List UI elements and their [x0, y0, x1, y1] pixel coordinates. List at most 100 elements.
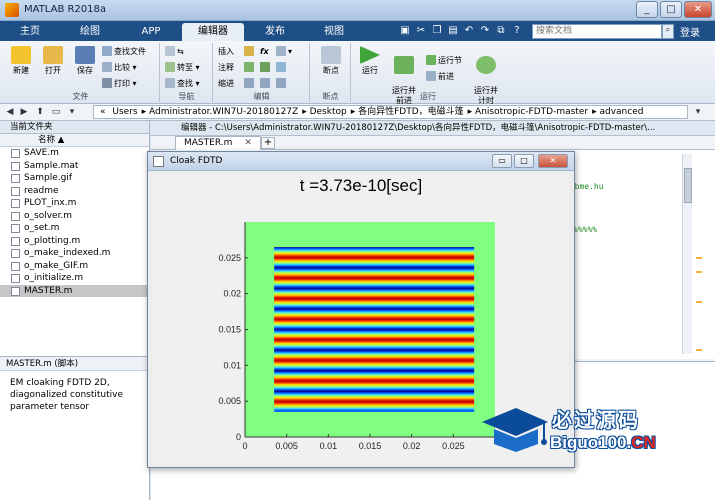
save-quick-icon[interactable]: ▣	[398, 24, 412, 38]
y-tick-label: 0.01	[223, 360, 241, 370]
tab-plots[interactable]: 绘图	[60, 23, 120, 41]
file-item[interactable]: o_make_indexed.m	[0, 247, 149, 260]
tab-home[interactable]: 主页	[4, 23, 56, 41]
new-tab-button[interactable]: +	[261, 137, 275, 149]
file-item[interactable]: o_solver.m	[0, 210, 149, 223]
path-segment[interactable]: Anisotropic-FDTD-master	[475, 107, 588, 117]
code-analyzer-mark[interactable]	[696, 301, 702, 303]
figure-close-button[interactable]: ✕	[538, 154, 568, 168]
decrease-indent-icon[interactable]	[276, 78, 288, 90]
tab-master-m[interactable]: MASTER.m ✕	[175, 136, 261, 150]
x-tick-label: 0	[242, 441, 247, 451]
file-item[interactable]: Sample.gif	[0, 172, 149, 185]
figure-minimize-button[interactable]: ▭	[492, 154, 512, 168]
close-tab-icon[interactable]: ✕	[244, 138, 252, 148]
increase-indent-icon[interactable]	[260, 78, 272, 90]
search-input[interactable]: 搜索文档	[532, 24, 662, 39]
switch-windows-icon[interactable]: ⧉	[494, 24, 508, 38]
file-item[interactable]: o_initialize.m	[0, 272, 149, 285]
edit-group: 插入 注释 缩进 fx ▾ 编辑	[214, 43, 310, 102]
editor-scrollbar[interactable]	[682, 154, 692, 354]
function-icon[interactable]: fx	[260, 46, 269, 58]
watermark-title: 必过源码	[552, 408, 640, 432]
figure-maximize-button[interactable]: □	[514, 154, 534, 168]
name-column-header[interactable]: 名称 ▲	[0, 134, 149, 147]
compare-button[interactable]: 比较 ▾	[102, 62, 137, 74]
file-item[interactable]: Sample.mat	[0, 160, 149, 173]
insert-menu-icon[interactable]: ▾	[276, 46, 292, 58]
bookmarks-button[interactable]: ⇆	[165, 46, 184, 58]
insert-section-icon[interactable]	[244, 46, 256, 58]
forward-icon[interactable]: ▶	[18, 106, 30, 118]
editor-path-header: 编辑器 - C:\Users\Administrator.WIN7U-20180…	[151, 121, 715, 136]
smart-indent-icon[interactable]	[244, 78, 256, 90]
goto-button[interactable]: 转至 ▾	[165, 62, 200, 74]
open-button[interactable]: 打开	[38, 46, 68, 76]
y-tick-label: 0.02	[223, 289, 241, 299]
find-files-icon	[102, 46, 112, 56]
breakpoints-button[interactable]: 断点	[316, 46, 346, 76]
advance-button[interactable]: 前进	[426, 71, 454, 83]
redo-quick-icon[interactable]: ↷	[478, 24, 492, 38]
file-item-selected[interactable]: MASTER.m	[0, 284, 149, 297]
file-item[interactable]: readme	[0, 185, 149, 198]
path-prefix: «	[100, 107, 106, 117]
path-dropdown-icon[interactable]: ▾	[692, 106, 704, 118]
path-segment[interactable]: Users	[112, 107, 137, 117]
login-button[interactable]: 登录	[680, 24, 700, 39]
tab-publish[interactable]: 发布	[247, 23, 303, 41]
cut-quick-icon[interactable]: ✂	[414, 24, 428, 38]
run-section-button[interactable]: 运行节	[426, 55, 462, 67]
run-button[interactable]: 运行	[356, 46, 384, 76]
insert-button[interactable]: 插入	[218, 46, 234, 58]
up-folder-icon[interactable]: ⬆	[34, 106, 46, 118]
find-files-button[interactable]: 查找文件	[102, 46, 146, 58]
path-segment[interactable]: 各向异性FDTD，电磁斗篷	[358, 107, 464, 117]
maximize-button[interactable]: □	[660, 1, 682, 18]
tab-view[interactable]: 视图	[306, 23, 362, 41]
help-quick-icon[interactable]: ?	[510, 24, 524, 38]
m-file-icon	[11, 274, 20, 283]
paste-quick-icon[interactable]: ▤	[446, 24, 460, 38]
browse-folder-icon[interactable]: ▭	[50, 106, 62, 118]
print-button[interactable]: 打印 ▾	[102, 78, 137, 90]
m-file-icon	[11, 286, 20, 296]
tab-editor[interactable]: 编辑器	[182, 23, 244, 41]
x-tick-label: 0.015	[359, 441, 382, 451]
new-button[interactable]: 新建	[6, 46, 36, 76]
find-button[interactable]: 查找 ▾	[165, 78, 200, 90]
path-segment[interactable]: Desktop	[310, 107, 347, 117]
path-segment[interactable]: Administrator.WIN7U-20180127Z	[149, 107, 298, 117]
undo-quick-icon[interactable]: ↶	[462, 24, 476, 38]
code-analyzer-mark[interactable]	[696, 257, 702, 259]
indent-button[interactable]: 缩进	[218, 78, 234, 90]
code-analyzer-mark[interactable]	[696, 271, 702, 273]
path-segment[interactable]: advanced	[599, 107, 643, 117]
close-button[interactable]: ✕	[684, 1, 712, 18]
matlab-logo-icon	[5, 3, 19, 17]
run-group: 运行 运行并 前进 运行节 前进 运行并 计时 运行	[352, 43, 504, 105]
tab-apps[interactable]: APP	[122, 23, 180, 41]
folder-history-icon[interactable]: ▾	[66, 106, 78, 118]
print-icon	[102, 78, 112, 88]
save-button[interactable]: 保存	[70, 46, 100, 76]
comment-percent-icon[interactable]	[244, 62, 256, 74]
current-folder-panel: 当前文件夹 名称 ▲ SAVE.m Sample.mat Sample.gif …	[0, 121, 150, 356]
search-icon[interactable]: ⌕	[662, 24, 674, 39]
path-breadcrumb[interactable]: « Users ▸ Administrator.WIN7U-20180127Z ▸ …	[93, 105, 688, 119]
scrollbar-thumb[interactable]	[684, 168, 692, 203]
wrap-comment-icon[interactable]	[276, 62, 288, 74]
code-analyzer-mark[interactable]	[696, 349, 702, 351]
file-item[interactable]: o_set.m	[0, 222, 149, 235]
copy-quick-icon[interactable]: ❐	[430, 24, 444, 38]
uncomment-icon[interactable]	[260, 62, 272, 74]
file-item[interactable]: o_plotting.m	[0, 235, 149, 248]
bookmark-icon	[165, 46, 175, 56]
minimize-button[interactable]: _	[636, 1, 658, 18]
file-item[interactable]: SAVE.m	[0, 147, 149, 160]
file-item[interactable]: PLOT_inx.m	[0, 197, 149, 210]
comment-button[interactable]: 注释	[218, 62, 234, 74]
back-icon[interactable]: ◀	[4, 106, 16, 118]
run-icon	[360, 46, 380, 64]
file-item[interactable]: o_make_GIF.m	[0, 260, 149, 273]
